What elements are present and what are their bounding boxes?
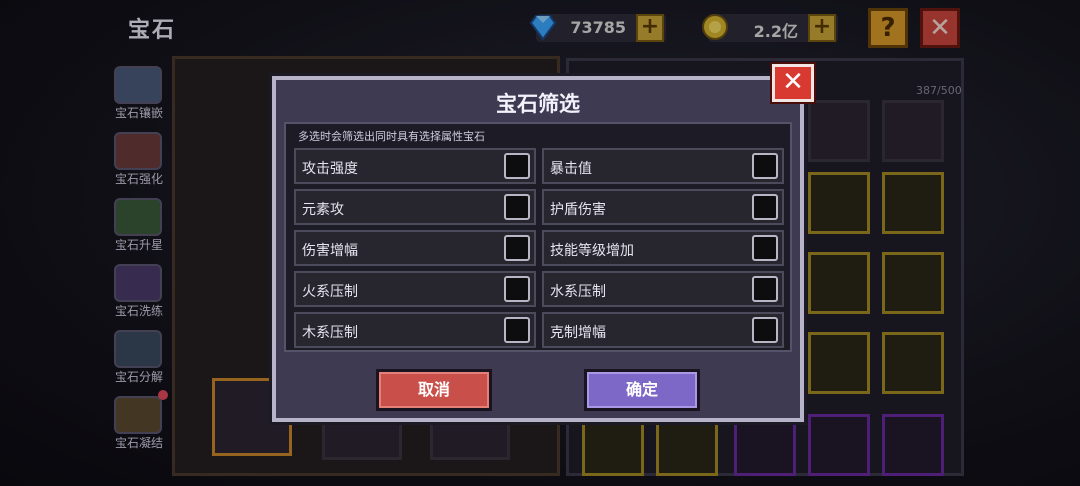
option-label: 元素攻 (302, 202, 344, 218)
dialog-title: 宝石筛选 (496, 92, 580, 116)
option-label: 攻击强度 (302, 161, 358, 177)
option-label: 木系压制 (302, 325, 358, 341)
option-label: 护盾伤害 (550, 202, 606, 218)
filter-option-elemental-attack[interactable]: 元素攻 (294, 189, 536, 225)
filter-option-skill-level[interactable]: 技能等级增加 (542, 230, 784, 266)
option-label: 火系压制 (302, 284, 358, 300)
filter-option-shield-damage[interactable]: 护盾伤害 (542, 189, 784, 225)
filter-option-fire-suppress[interactable]: 火系压制 (294, 271, 536, 307)
filter-option-counter-boost[interactable]: 克制增幅 (542, 312, 784, 348)
option-checkbox[interactable] (752, 235, 778, 261)
filter-option-wood-suppress[interactable]: 木系压制 (294, 312, 536, 348)
option-checkbox[interactable] (752, 276, 778, 302)
filter-hint: 多选时会筛选出同时具有选择属性宝石 (298, 130, 485, 143)
option-checkbox[interactable] (504, 317, 530, 343)
filter-option-crit[interactable]: 暴击值 (542, 148, 784, 184)
option-checkbox[interactable] (504, 276, 530, 302)
option-label: 水系压制 (550, 284, 606, 300)
gem-filter-dialog: 宝石筛选 多选时会筛选出同时具有选择属性宝石 攻击强度 暴击值 元素攻 护盾伤害… (272, 76, 804, 422)
confirm-button[interactable]: 确定 (584, 369, 700, 411)
option-checkbox[interactable] (504, 235, 530, 261)
filter-option-attack[interactable]: 攻击强度 (294, 148, 536, 184)
option-label: 技能等级增加 (550, 243, 634, 259)
option-checkbox[interactable] (504, 194, 530, 220)
filter-option-water-suppress[interactable]: 水系压制 (542, 271, 784, 307)
option-checkbox[interactable] (504, 153, 530, 179)
filter-options-panel: 多选时会筛选出同时具有选择属性宝石 攻击强度 暴击值 元素攻 护盾伤害 伤害增幅… (284, 122, 792, 352)
option-checkbox[interactable] (752, 194, 778, 220)
close-dialog-button[interactable]: ✕ (772, 64, 814, 102)
option-checkbox[interactable] (752, 153, 778, 179)
cancel-button[interactable]: 取消 (376, 369, 492, 411)
option-checkbox[interactable] (752, 317, 778, 343)
option-label: 伤害增幅 (302, 243, 358, 259)
option-label: 克制增幅 (550, 325, 606, 341)
filter-option-damage-boost[interactable]: 伤害增幅 (294, 230, 536, 266)
option-label: 暴击值 (550, 161, 592, 177)
